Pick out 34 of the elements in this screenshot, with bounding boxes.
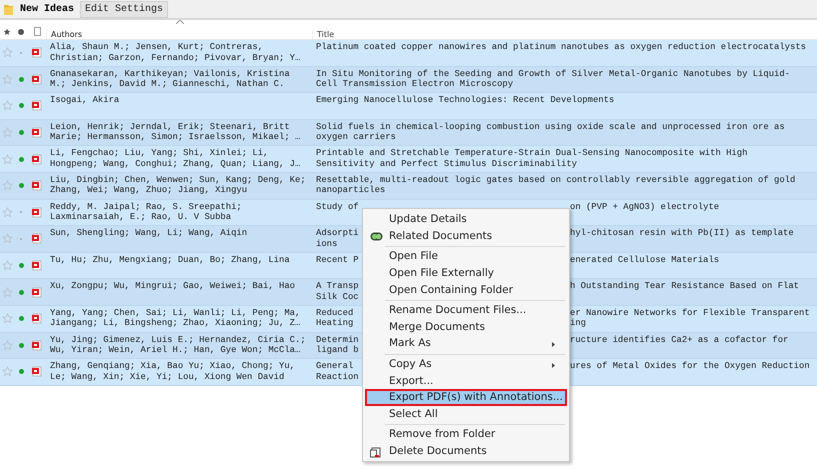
table-cell-text: Sun, Shengling; Wang, Li; Wang, Aiqin: [49, 227, 248, 240]
table-cell-text: Yang, Yang; Chen, Sai; Li, Wanli; Li, Peng; Ma, Jiangang; Li, Bingsheng; Zhao, Xiaoning; Ju, Z…: [49, 306, 302, 330]
table-cell-text: Leion, Henrik; Jerndal, Erik; Steenari, Britt Marie; Hermansson, Simon; Israelsson, Mikael; …: [49, 120, 302, 144]
table-cell-text: Recent P: [316, 254, 360, 267]
table-cell-text: ures of Metal Oxides for the Oxygen Reduction: [570, 360, 810, 374]
table-cell-text: Study of: [316, 200, 360, 214]
table-cell-text: Zhang, Genqiang; Xia, Bao Yu; Xiao, Chong; Yu, Le; Wang, Xin; Xie, Yi; Lou, Xiong Wen David: [49, 360, 296, 384]
table-cell-text: ructure identifies Ca2+ as a cofactor for: [570, 334, 788, 347]
table-cell-text: Resettable, multi-readout logic gates based on controllably reversible aggregation of gold nanoparticles: [316, 174, 796, 198]
table-cell-text: Liu, Dingbin; Chen, Wenwen; Sun, Kang; Deng, Ke; Zhang, Wei; Wang, Zhuo; Jiang, Xingyu: [49, 174, 307, 198]
folder-title: New Ideas: [20, 4, 74, 14]
table-cell-text: Gnanasekaran, Karthikeyan; Vailonis, Kristina M.; Jenkins, David M.; Gianneschi, Nathan C.: [49, 68, 291, 92]
table-cell-text: Alia, Shaun M.; Jensen, Kurt; Contreras, Christian; Garzon, Fernando; Pivovar, Bryan; Y…: [49, 41, 302, 64]
table-cell-text: Reduced Heating: [316, 306, 354, 330]
table-cell-text: Yu, Jing; Gimenez, Luis E.; Hernandez, Ciria C.; Wu, Yiran; Wein, Ariel H.; Han, Gye Won; McCla…: [49, 334, 307, 358]
table-cell-text: Xu, Zongpu; Wu, Mingrui; Gao, Weiwei; Bai, Hao: [49, 280, 296, 294]
table-cell-text: h Outstanding Tear Resistance Based on Flat: [570, 280, 800, 294]
table-cell-text: on (PVP + AgNO3) electrolyte: [570, 200, 720, 214]
table-cell-text: In Situ Monitoring of the Seeding and Growth of Silver Metal-Organic Nanotubes by Liquid- Cell Transmission Electron Microscopy: [316, 68, 790, 92]
table-cell-text: enerated Cellulose Materials: [570, 254, 720, 267]
table-cell-text: Isogai, Akira: [49, 94, 120, 108]
table-cell-text: Determin ligand b: [316, 334, 360, 358]
table-cell-text: Emerging Nanocellulose Technologies: Recent Developments: [316, 94, 614, 108]
table-cell-text: Platinum coated copper nanowires and platinum nanotubes as oxygen reduction electrocatalysts: [316, 41, 806, 54]
table-cell-text: Solid fuels in chemical-looping combustion using oxide scale and unprocessed iron ore as oxygen carriers: [316, 120, 785, 144]
table-cell-text: Printable and Stretchable Temperature-Strain Dual-Sensing Nanocomposite with High Sensitivity and Perfect Stimulus Discriminability: [316, 147, 748, 171]
table-cell-text: Li, Fengchao; Liu, Yang; Shi, Xinlei; Li, Hongpeng; Wang, Conghui; Zhang, Quan; Liang, J…: [49, 147, 302, 171]
table-cell-text: hyl-chitosan resin with Pb(II) as template: [570, 227, 794, 240]
table-cell-text: Reddy, M. Jaipal; Rao, S. Sreepathi; Laxminarsaiah, E.; Rao, U. V Subba: [49, 200, 243, 224]
table-cell-text: General Reaction: [316, 360, 360, 384]
table-cell-text: A Transp Silk Coc: [316, 280, 360, 304]
table-cell-text: Tu, Hu; Zhu, Mengxiang; Duan, Bo; Zhang, Lina: [49, 254, 291, 267]
table-cell-text: er Nanowire Networks for Flexible Transparent ing: [570, 306, 810, 330]
table-cell-text: Adsorpti ions: [316, 227, 360, 251]
